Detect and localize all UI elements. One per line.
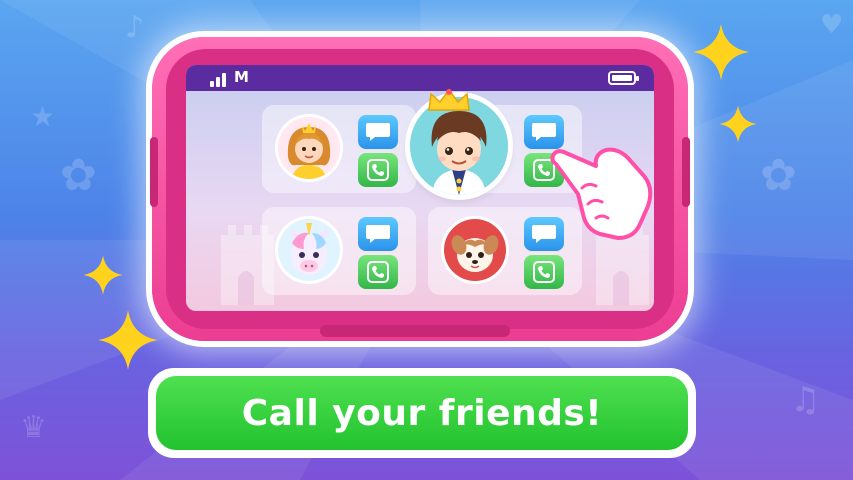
sparkle-icon bbox=[83, 255, 123, 295]
flower-decoration-icon: ✿ bbox=[760, 150, 797, 201]
call-button[interactable] bbox=[358, 255, 398, 289]
flower-decoration-icon: ✿ bbox=[60, 150, 97, 201]
signal-icon bbox=[210, 71, 232, 87]
phone-call-icon bbox=[367, 261, 389, 283]
message-icon bbox=[366, 225, 390, 243]
pointing-hand-icon bbox=[550, 147, 653, 240]
unicorn-avatar[interactable] bbox=[278, 219, 340, 281]
contact-card[interactable] bbox=[262, 105, 416, 193]
princess-avatar[interactable] bbox=[278, 117, 340, 179]
sparkle-icon bbox=[98, 310, 158, 370]
battery-icon bbox=[608, 71, 639, 85]
carrier-label: M bbox=[234, 68, 249, 86]
sparkle-icon bbox=[719, 105, 757, 143]
star-decoration-icon: ★ bbox=[30, 100, 56, 133]
heart-decoration-icon: ♥ bbox=[820, 10, 844, 40]
music-note-decoration-icon: ♪ bbox=[125, 10, 145, 45]
sparkle-icon bbox=[693, 24, 749, 80]
phone-home-bar bbox=[320, 325, 510, 337]
puppy-avatar[interactable] bbox=[444, 219, 506, 281]
crown-icon bbox=[428, 88, 470, 111]
music-note-decoration-icon: ♫ bbox=[790, 380, 821, 420]
call-button[interactable] bbox=[358, 153, 398, 187]
message-icon bbox=[366, 123, 390, 141]
message-button[interactable] bbox=[358, 115, 398, 149]
status-bar: M bbox=[186, 65, 654, 91]
crown-decoration-icon: ♛ bbox=[20, 410, 47, 445]
phone-call-icon bbox=[533, 261, 555, 283]
call-button[interactable] bbox=[524, 255, 564, 289]
contact-card[interactable] bbox=[262, 207, 416, 295]
message-button[interactable] bbox=[358, 217, 398, 251]
phone-side-button bbox=[150, 137, 158, 207]
phone-call-icon bbox=[367, 159, 389, 181]
banner-fill: Call your friends! bbox=[156, 376, 688, 450]
phone-side-button bbox=[682, 137, 690, 207]
banner-text: Call your friends! bbox=[241, 392, 603, 434]
call-your-friends-banner: Call your friends! bbox=[148, 368, 696, 458]
